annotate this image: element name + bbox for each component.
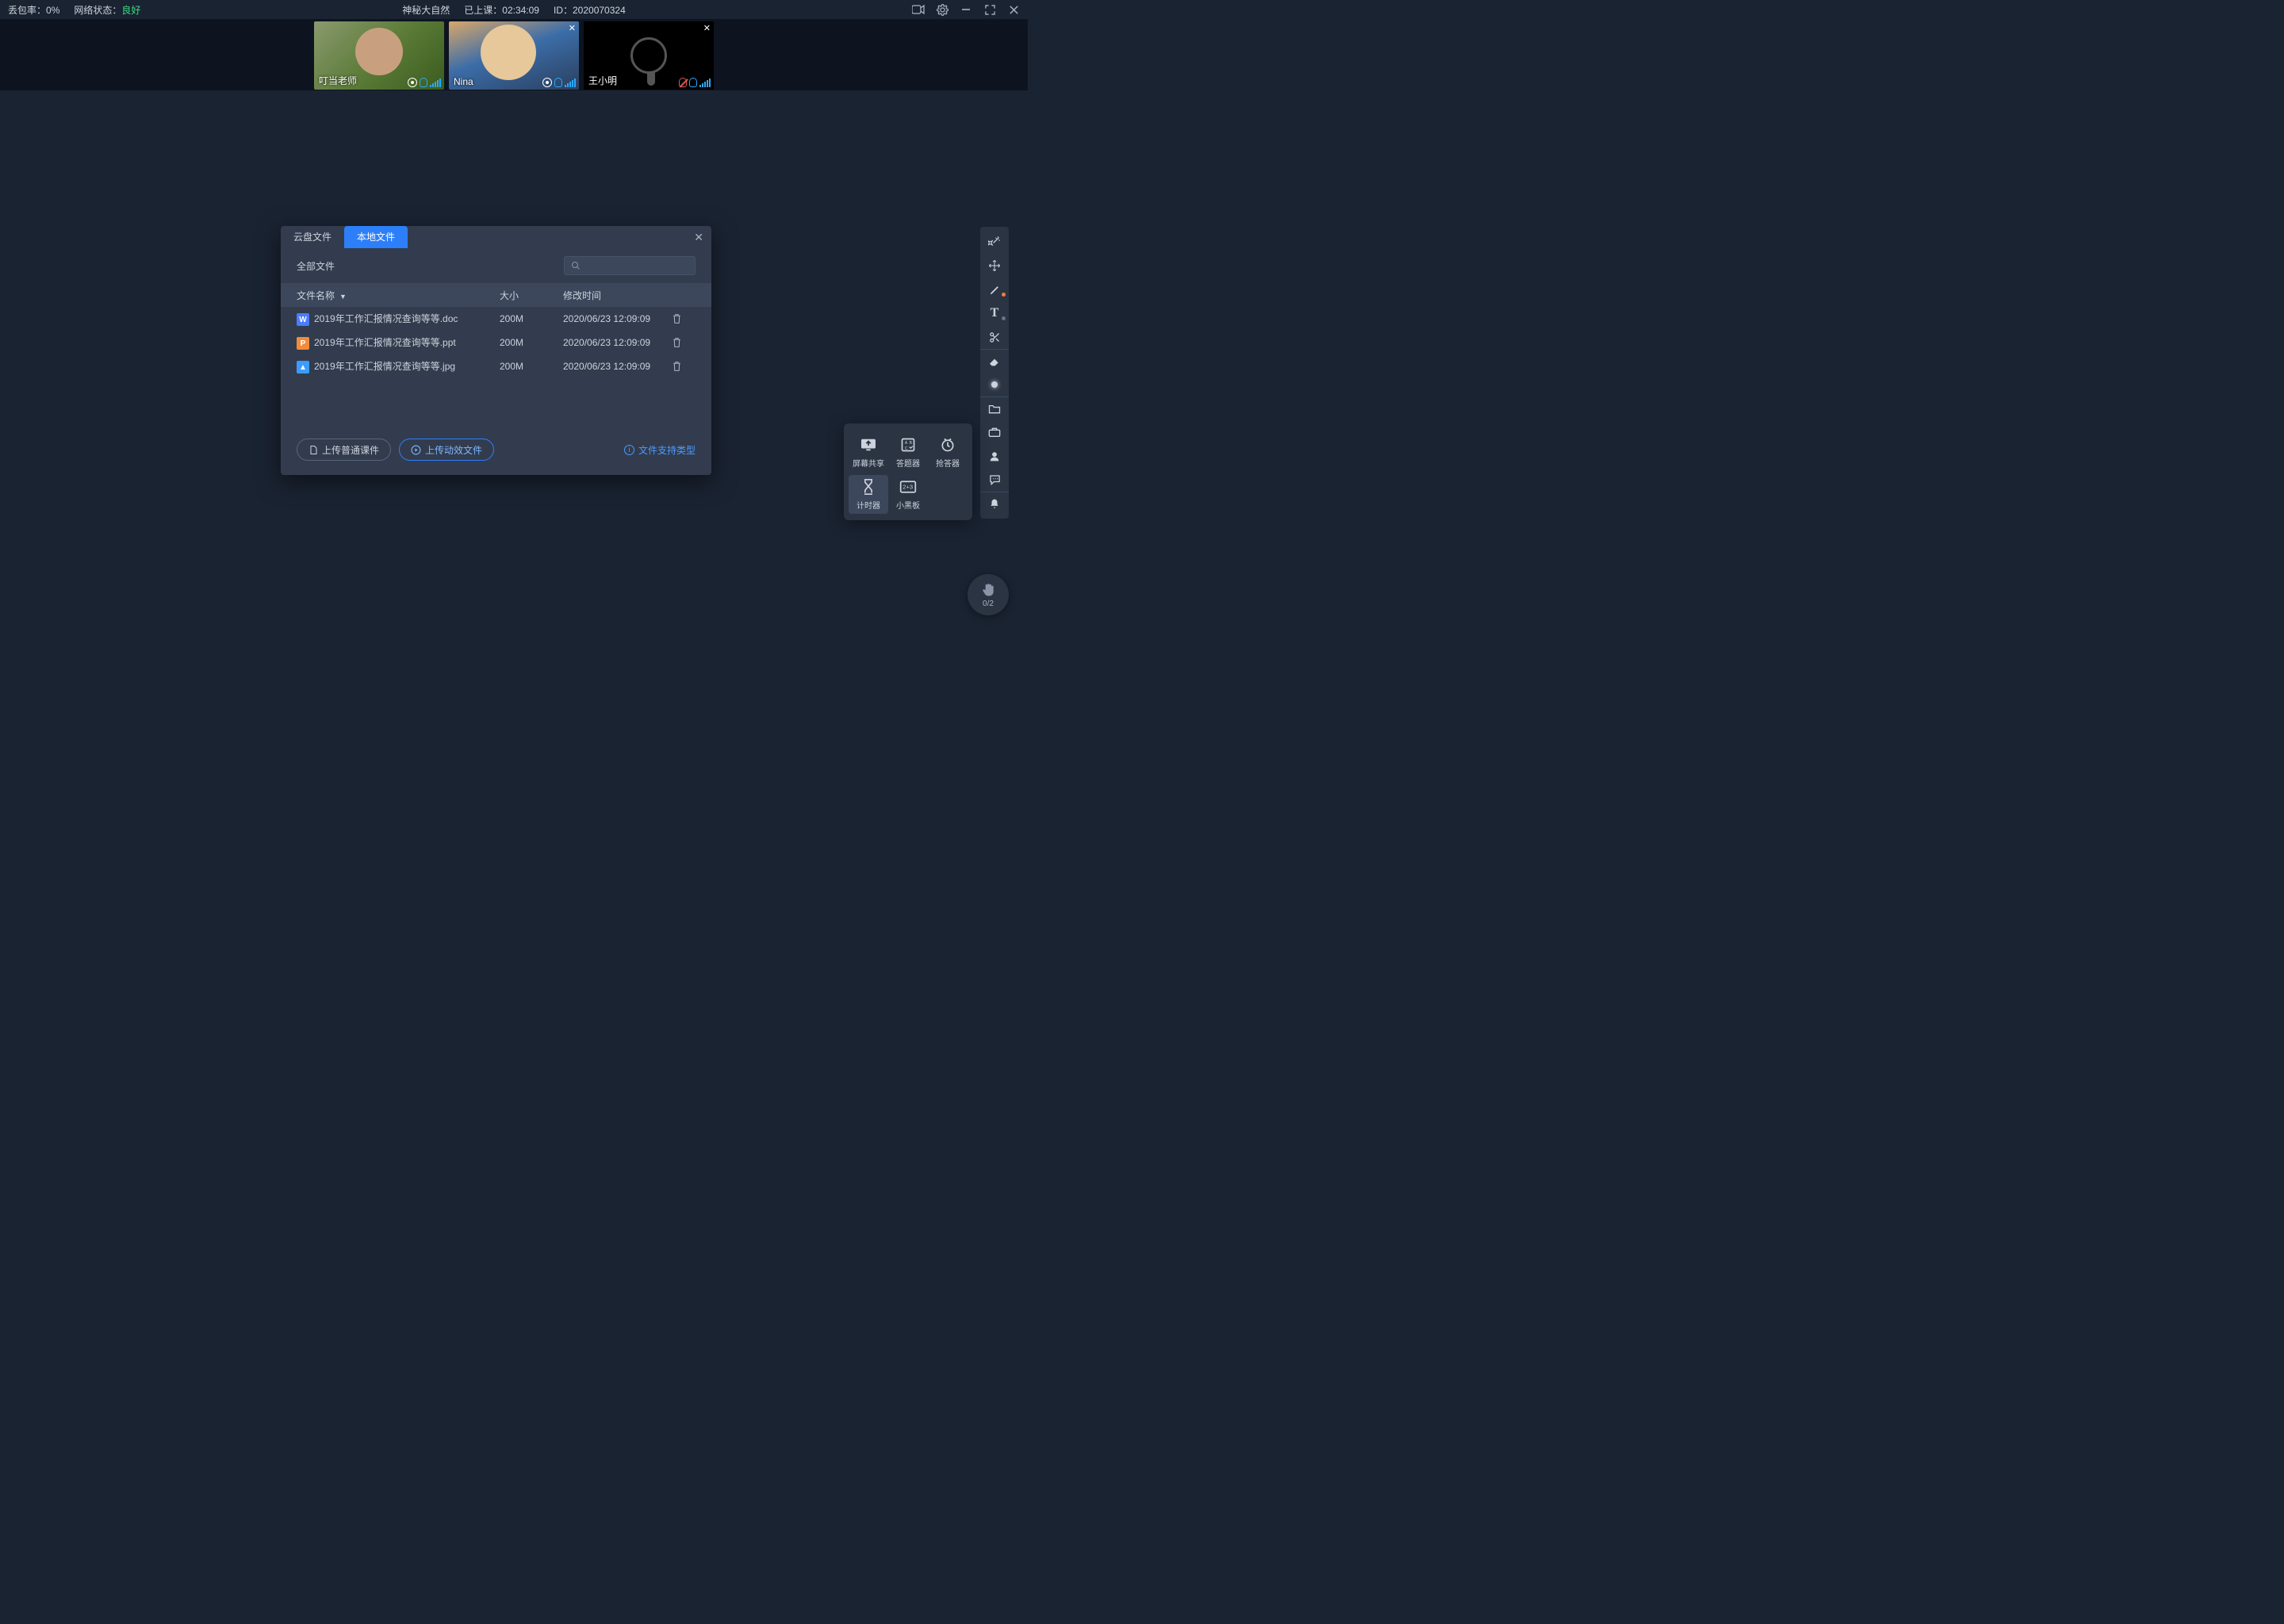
bell-tool[interactable] — [980, 492, 1009, 515]
laser-pointer-tool[interactable] — [980, 230, 1009, 254]
file-dialog: 云盘文件 本地文件 ✕ 全部文件 文件名称▼ 大小 修改时间 W2019年工作汇… — [281, 226, 711, 475]
minimize-icon[interactable] — [960, 3, 972, 16]
file-name-cell: P2019年工作汇报情况查询等等.ppt — [297, 335, 500, 350]
file-name-cell: W2019年工作汇报情况查询等等.doc — [297, 312, 500, 327]
timer-item[interactable]: 计时器 — [849, 475, 888, 514]
file-type-icon: P — [297, 337, 309, 350]
video-name: Nina — [454, 76, 473, 87]
buzzer-item[interactable]: 抢答器 — [928, 433, 968, 472]
file-time-cell: 2020/06/23 12:09:09 — [563, 313, 672, 324]
camera-toggle-icon[interactable] — [912, 3, 925, 16]
text-tool[interactable]: T — [980, 301, 1009, 325]
answer-item[interactable]: ABC答题器 — [888, 433, 928, 472]
camera-off-icon — [630, 37, 667, 74]
tile-close-icon[interactable]: ✕ — [703, 23, 711, 33]
record-icon — [408, 78, 417, 87]
session-id: ID：2020070324 — [554, 3, 626, 17]
file-name-cell: ▲2019年工作汇报情况查询等等.jpg — [297, 359, 500, 374]
folder-tool[interactable] — [980, 396, 1009, 420]
upload-normal-button[interactable]: 上传普通课件 — [297, 439, 391, 461]
table-header: 文件名称▼ 大小 修改时间 — [281, 283, 711, 307]
signal-icon — [430, 78, 441, 87]
col-name-header[interactable]: 文件名称▼ — [297, 289, 500, 302]
color-picker-tool[interactable] — [980, 373, 1009, 396]
tile-close-icon[interactable]: ✕ — [569, 23, 576, 33]
blackboard-item[interactable]: 2+3小黑板 — [888, 475, 928, 514]
dialog-close-icon[interactable]: ✕ — [694, 231, 703, 244]
right-toolbar: T — [980, 227, 1009, 519]
hand-count: 0/2 — [983, 599, 994, 608]
top-statusbar: 丢包率：0% 网络状态：良好 神秘大自然 已上课：02:34:09 ID：202… — [0, 0, 1028, 19]
raise-hand-button[interactable]: 0/2 — [968, 574, 1009, 615]
col-size-header[interactable]: 大小 — [500, 289, 563, 302]
video-tile[interactable]: ✕ Nina — [449, 21, 579, 90]
search-input[interactable] — [564, 256, 696, 275]
mic-off-icon — [679, 78, 687, 87]
delete-icon[interactable] — [672, 361, 696, 372]
table-row[interactable]: P2019年工作汇报情况查询等等.ppt 200M 2020/06/23 12:… — [281, 331, 711, 354]
supported-types-link[interactable]: i 文件支持类型 — [624, 443, 696, 457]
document-icon — [308, 445, 318, 455]
all-files-label: 全部文件 — [297, 259, 335, 273]
video-tile[interactable]: ✕ 王小明 — [584, 21, 714, 90]
col-time-header[interactable]: 修改时间 — [563, 289, 672, 302]
file-size-cell: 200M — [500, 361, 563, 372]
class-title: 神秘大自然 — [402, 3, 450, 17]
delete-icon[interactable] — [672, 313, 696, 324]
close-window-icon[interactable] — [1007, 3, 1020, 16]
hand-icon — [980, 582, 996, 598]
table-row[interactable]: ▲2019年工作汇报情况查询等等.jpg 200M 2020/06/23 12:… — [281, 354, 711, 378]
record-icon — [542, 78, 552, 87]
video-name: 叮当老师 — [319, 74, 357, 87]
user-tool[interactable] — [980, 444, 1009, 468]
info-icon: i — [624, 445, 634, 455]
table-row[interactable]: W2019年工作汇报情况查询等等.doc 200M 2020/06/23 12:… — [281, 307, 711, 331]
fullscreen-icon[interactable] — [983, 3, 996, 16]
packetloss: 丢包率：0% — [8, 3, 59, 17]
toolbox-popup: 屏幕共享 ABC答题器 抢答器 计时器 2+3小黑板 — [844, 423, 972, 520]
signal-icon — [565, 78, 576, 87]
mic-on-icon — [554, 78, 562, 87]
file-type-icon: W — [297, 313, 309, 326]
video-tile[interactable]: 叮当老师 — [314, 21, 444, 90]
file-size-cell: 200M — [500, 313, 563, 324]
file-time-cell: 2020/06/23 12:09:09 — [563, 361, 672, 372]
screen-share-item[interactable]: 屏幕共享 — [849, 433, 888, 472]
tab-cloud-files[interactable]: 云盘文件 — [281, 226, 344, 248]
tab-local-files[interactable]: 本地文件 — [344, 226, 408, 248]
scissors-tool[interactable] — [980, 325, 1009, 349]
signal-icon — [699, 78, 711, 87]
mic-on-icon — [420, 78, 427, 87]
file-type-icon: ▲ — [297, 361, 309, 373]
mic-on-icon — [689, 78, 697, 87]
eraser-tool[interactable] — [980, 349, 1009, 373]
chat-tool[interactable] — [980, 468, 1009, 492]
video-name: 王小明 — [588, 74, 617, 87]
settings-icon[interactable] — [936, 3, 948, 16]
play-circle-icon — [411, 445, 421, 455]
svg-text:A: A — [905, 441, 908, 446]
search-icon — [571, 261, 581, 270]
upload-dynamic-button[interactable]: 上传动效文件 — [399, 439, 494, 461]
network-status: 网络状态：良好 — [74, 3, 140, 17]
elapsed: 已上课：02:34:09 — [464, 3, 539, 17]
file-time-cell: 2020/06/23 12:09:09 — [563, 337, 672, 348]
move-tool[interactable] — [980, 254, 1009, 278]
svg-text:C: C — [905, 446, 908, 451]
video-strip: 叮当老师 ✕ Nina ✕ 王小明 — [0, 19, 1028, 90]
file-size-cell: 200M — [500, 337, 563, 348]
delete-icon[interactable] — [672, 337, 696, 348]
toolbox-tool[interactable] — [980, 420, 1009, 444]
pen-tool[interactable] — [980, 278, 1009, 301]
svg-text:2+3: 2+3 — [902, 484, 913, 491]
svg-text:B: B — [910, 441, 913, 446]
sort-desc-icon: ▼ — [339, 293, 347, 301]
